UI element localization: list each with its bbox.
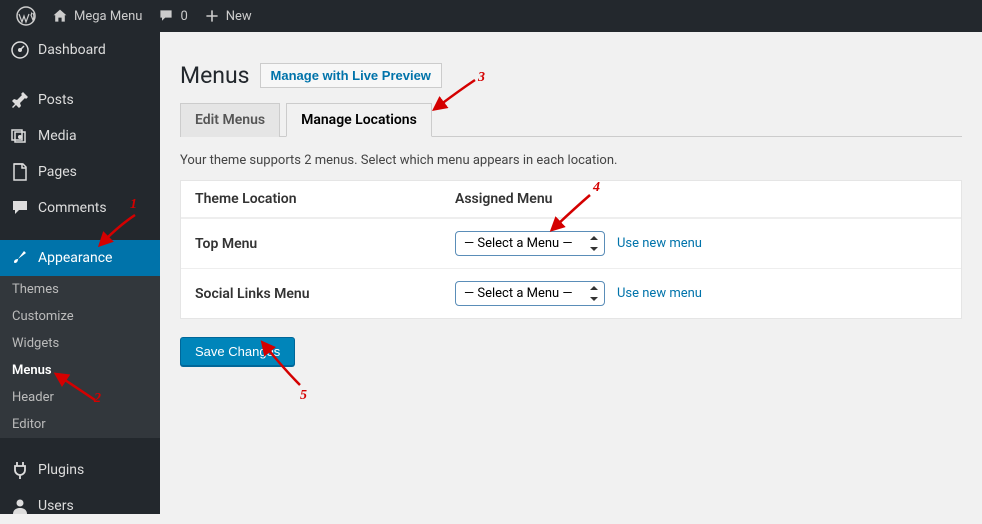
comments-link[interactable]: 0 xyxy=(150,0,195,32)
site-name: Mega Menu xyxy=(74,9,142,24)
menu-select-social[interactable]: — Select a Menu — xyxy=(455,281,605,306)
sidebar-item-media[interactable]: Media xyxy=(0,118,160,154)
location-name: Social Links Menu xyxy=(195,286,455,302)
manage-live-preview-button[interactable]: Manage with Live Preview xyxy=(260,63,442,88)
sub-widgets[interactable]: Widgets xyxy=(0,330,160,357)
content-area: Menus Manage with Live Preview Edit Menu… xyxy=(160,32,982,514)
wordpress-icon xyxy=(16,6,36,26)
sub-themes[interactable]: Themes xyxy=(0,276,160,303)
sidebar-item-comments[interactable]: Comments xyxy=(0,190,160,226)
use-new-menu-link[interactable]: Use new menu xyxy=(617,286,702,301)
sidebar-label: Plugins xyxy=(38,462,84,478)
instruction-text: Your theme supports 2 menus. Select whic… xyxy=(180,153,962,168)
sidebar-label: Media xyxy=(38,128,77,144)
location-row-social: Social Links Menu — Select a Menu — Use … xyxy=(181,268,961,318)
sidebar-item-dashboard[interactable]: Dashboard xyxy=(0,32,160,68)
locations-table: Theme Location Assigned Menu Top Menu — … xyxy=(180,180,962,319)
page-title: Menus xyxy=(180,62,250,89)
tab-edit-menus[interactable]: Edit Menus xyxy=(180,103,280,137)
save-changes-button[interactable]: Save Changes xyxy=(180,337,295,366)
home-icon xyxy=(52,8,68,24)
brush-icon xyxy=(10,248,30,268)
sidebar-item-users[interactable]: Users xyxy=(0,488,160,524)
sidebar-label: Pages xyxy=(38,164,77,180)
wp-logo[interactable] xyxy=(8,0,44,32)
sidebar-item-pages[interactable]: Pages xyxy=(0,154,160,190)
use-new-menu-link[interactable]: Use new menu xyxy=(617,236,702,251)
sidebar-item-appearance[interactable]: Appearance xyxy=(0,240,160,276)
new-link[interactable]: New xyxy=(196,0,260,32)
comment-icon xyxy=(158,8,174,24)
plus-icon xyxy=(204,8,220,24)
page-icon xyxy=(10,162,30,182)
new-label: New xyxy=(226,9,252,24)
location-row-top: Top Menu — Select a Menu — Use new menu xyxy=(181,218,961,268)
sub-customize[interactable]: Customize xyxy=(0,303,160,330)
sidebar-label: Posts xyxy=(38,92,74,108)
sidebar-item-plugins[interactable]: Plugins xyxy=(0,452,160,488)
dashboard-icon xyxy=(10,40,30,60)
appearance-submenu: Themes Customize Widgets Menus Header Ed… xyxy=(0,276,160,438)
sub-editor[interactable]: Editor xyxy=(0,411,160,438)
col-header-location: Theme Location xyxy=(195,191,455,207)
admin-sidebar: Dashboard Posts Media Pages Comments App… xyxy=(0,32,160,514)
sidebar-label: Appearance xyxy=(38,250,112,266)
tab-manage-locations[interactable]: Manage Locations xyxy=(286,103,432,137)
comment-icon xyxy=(10,198,30,218)
comments-count: 0 xyxy=(180,9,187,24)
media-icon xyxy=(10,126,30,146)
admin-toolbar: Mega Menu 0 New xyxy=(0,0,982,32)
sub-header[interactable]: Header xyxy=(0,384,160,411)
sidebar-label: Users xyxy=(38,498,74,514)
site-link[interactable]: Mega Menu xyxy=(44,0,150,32)
menu-select-top[interactable]: — Select a Menu — xyxy=(455,231,605,256)
user-icon xyxy=(10,496,30,516)
sidebar-item-posts[interactable]: Posts xyxy=(0,82,160,118)
col-header-menu: Assigned Menu xyxy=(455,191,552,207)
sidebar-label: Comments xyxy=(38,200,107,216)
sub-menus[interactable]: Menus xyxy=(0,357,160,384)
pin-icon xyxy=(10,90,30,110)
sidebar-label: Dashboard xyxy=(38,42,106,58)
plug-icon xyxy=(10,460,30,480)
location-name: Top Menu xyxy=(195,236,455,252)
nav-tabs: Edit Menus Manage Locations xyxy=(180,103,962,137)
